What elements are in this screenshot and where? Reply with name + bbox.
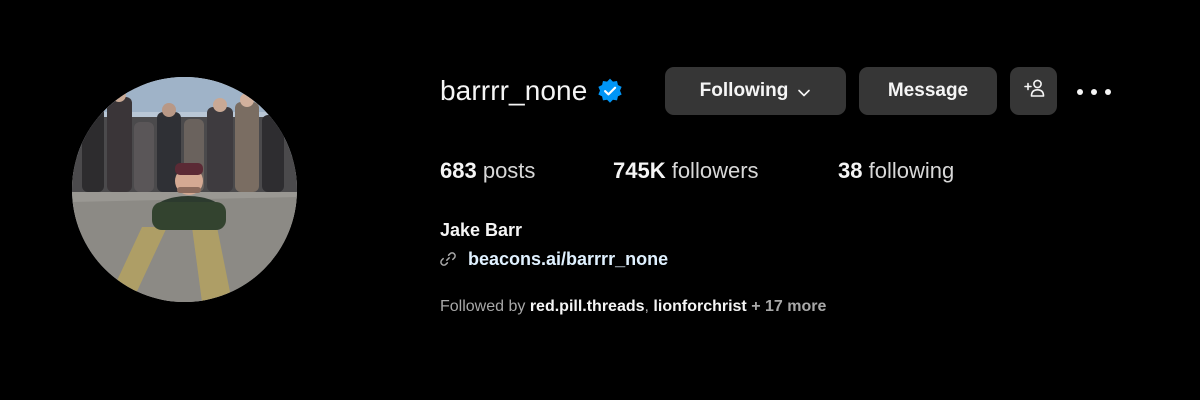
dot-icon bbox=[1091, 89, 1097, 95]
followed-by-prefix: Followed by bbox=[440, 298, 530, 315]
profile-header: barrrr_none Following Message 683 posts … bbox=[0, 0, 1200, 400]
username: barrrr_none bbox=[440, 75, 588, 106]
followers-label: followers bbox=[665, 158, 759, 183]
dot-icon bbox=[1077, 89, 1083, 95]
posts-stat: 683 posts bbox=[440, 158, 535, 184]
avatar[interactable] bbox=[72, 77, 297, 302]
avatar-photo bbox=[72, 77, 297, 302]
followed-by-more: + 17 more bbox=[746, 298, 827, 315]
followers-stat[interactable]: 745K followers bbox=[613, 158, 759, 184]
following-count: 38 bbox=[838, 158, 863, 183]
suggested-accounts-button[interactable] bbox=[1010, 67, 1057, 115]
followed-by-user[interactable]: red.pill.threads bbox=[530, 298, 645, 315]
following-button[interactable]: Following bbox=[665, 67, 846, 115]
chevron-down-icon bbox=[797, 84, 811, 98]
username-row: barrrr_none bbox=[440, 67, 623, 115]
verified-badge-icon bbox=[597, 78, 623, 104]
following-button-label: Following bbox=[699, 80, 789, 101]
following-stat[interactable]: 38 following bbox=[838, 158, 954, 184]
more-options-icon[interactable] bbox=[1077, 82, 1111, 102]
link-icon bbox=[440, 251, 456, 267]
posts-count: 683 bbox=[440, 158, 477, 183]
add-person-icon bbox=[1022, 78, 1046, 104]
following-label: following bbox=[862, 158, 955, 183]
full-name: Jake Barr bbox=[440, 220, 523, 240]
followed-by-user[interactable]: lionforchrist bbox=[653, 298, 746, 315]
dot-icon bbox=[1105, 89, 1111, 95]
followed-by[interactable]: Followed by red.pill.threads, lionforchr… bbox=[440, 298, 826, 316]
posts-label: posts bbox=[476, 158, 536, 183]
message-button-label: Message bbox=[887, 80, 969, 101]
message-button[interactable]: Message bbox=[859, 67, 997, 115]
bio-link-row: beacons.ai/barrrr_none bbox=[440, 247, 668, 271]
followers-count: 745K bbox=[613, 158, 666, 183]
bio-link[interactable]: beacons.ai/barrrr_none bbox=[468, 249, 668, 270]
